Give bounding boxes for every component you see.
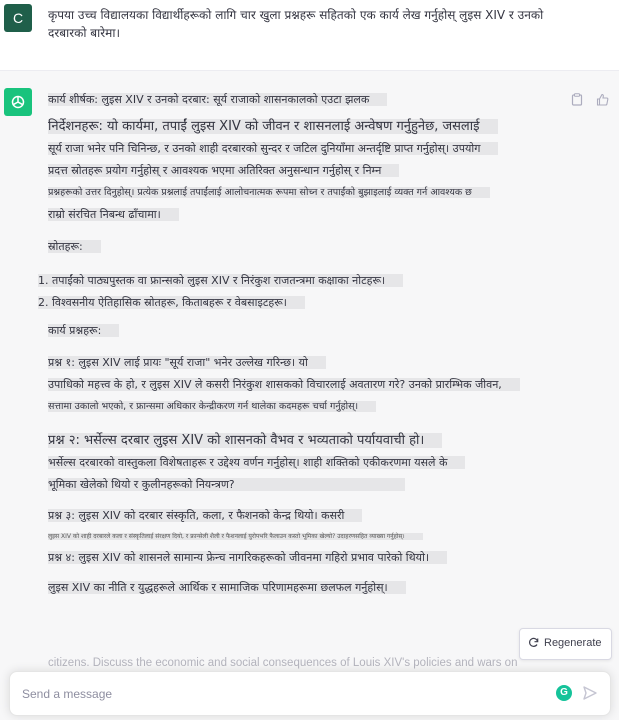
- question-line: भूमिका खेलेको थियो र कुलीनहरूको नियन्त्र…: [48, 478, 405, 491]
- instructions-line: प्रदत्त स्रोतहरू प्रयोग गर्नुहोस् र आवश्…: [48, 164, 400, 177]
- regenerate-button[interactable]: Regenerate: [519, 628, 612, 660]
- question-line: प्रश्न ४: लुइस XIV को शासनले सामान्य फ्र…: [48, 551, 448, 564]
- refresh-icon: [528, 637, 539, 651]
- questions-heading: कार्य प्रश्नहरू:: [48, 324, 120, 337]
- user-message-text: कृपया उच्च विद्यालयका विद्यार्थीहरूको ला…: [48, 8, 544, 40]
- question-line: प्रश्न १: लुइस XIV लाई प्रायः "सूर्य राज…: [48, 356, 326, 369]
- list-item: 1. तपाईंको पाठ्यपुस्तक वा फ्रान्सको लुइस…: [38, 274, 404, 287]
- user-message-row: C कृपया उच्च विद्यालयका विद्यार्थीहरूको …: [0, 0, 619, 71]
- question-line: लुइस XIV का नीति र युद्धहरूले आर्थिक र स…: [48, 581, 406, 594]
- question-line: सत्तामा उकालो भएको, र फ्रान्समा अधिकार क…: [48, 401, 377, 412]
- assignment-title: कार्य शीर्षक: लुइस XIV र उनको दरबार: सूर…: [48, 93, 388, 106]
- list-item: 2. विश्वसनीय ऐतिहासिक स्रोतहरू, किताबहरू…: [38, 296, 305, 309]
- question-line: भर्सेल्स दरबारको वास्तुकला विशेषताहरू र …: [48, 456, 466, 469]
- question-line: प्रश्न ३: लुइस XIV को दरबार संस्कृति, कल…: [48, 509, 363, 522]
- message-actions: [563, 91, 609, 110]
- question-line: लुइस XIV को शाही दरबारले कला र संस्कृतिल…: [48, 533, 423, 540]
- instructions-line: सूर्य राजा भनेर पनि चिनिन्छ, र उनको शाही…: [48, 142, 499, 155]
- clipboard-icon[interactable]: [571, 91, 583, 110]
- instructions-line: राम्रो संरचित निबन्ध ढाँचामा।: [48, 208, 179, 221]
- assistant-message-row: कार्य शीर्षक: लुइस XIV र उनको दरबार: सूर…: [0, 71, 619, 720]
- assistant-message-content: कार्य शीर्षक: लुइस XIV र उनको दरबार: सूर…: [38, 89, 568, 599]
- message-input[interactable]: [20, 684, 524, 704]
- sources-heading: स्रोतहरू:: [48, 240, 101, 253]
- grammarly-icon[interactable]: G: [556, 685, 572, 701]
- question-line: प्रश्न २: भर्सेल्स दरबार लुइस XIV को शास…: [48, 433, 443, 448]
- send-icon[interactable]: [582, 685, 598, 705]
- user-avatar: C: [4, 4, 32, 32]
- question-line: उपाधिको महत्त्व के हो, र लुइस XIV ले कसर…: [48, 378, 520, 391]
- message-composer: G: [9, 671, 611, 716]
- thumbs-up-icon[interactable]: [596, 91, 609, 110]
- openai-logo-icon: [4, 88, 32, 116]
- regenerate-label: Regenerate: [544, 637, 602, 649]
- sources-list: 1. तपाईंको पाठ्यपुस्तक वा फ्रान्सको लुइस…: [38, 270, 568, 314]
- instructions-line: निर्देशनहरू: यो कार्यमा, तपाईं लुइस XIV …: [48, 119, 498, 134]
- instructions-line: प्रश्नहरूको उत्तर दिनुहोस्। प्रत्येक प्र…: [48, 187, 490, 198]
